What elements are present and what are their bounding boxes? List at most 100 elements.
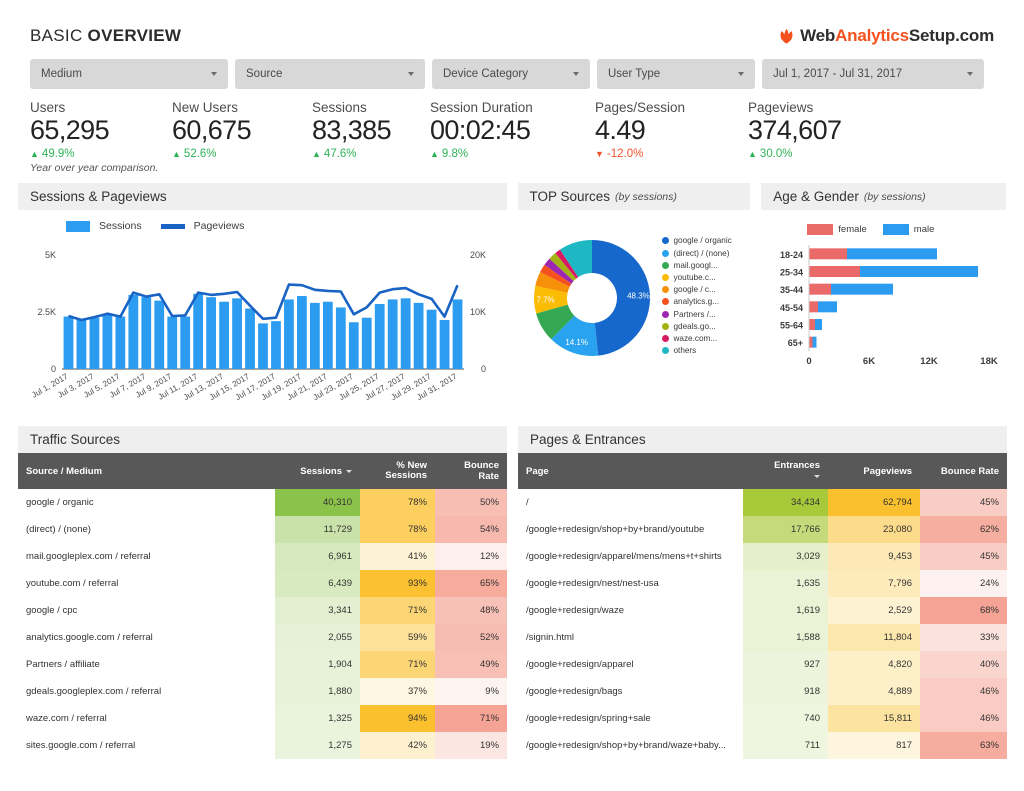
- svg-text:7.7%: 7.7%: [536, 296, 554, 305]
- table-row[interactable]: mail.googleplex.com / referral6,96141%12…: [18, 543, 507, 570]
- page-title-bold: OVERVIEW: [88, 26, 182, 45]
- svg-text:65+: 65+: [788, 339, 803, 349]
- kpi-label: Sessions: [312, 100, 430, 115]
- cell-bounce-rate: 65%: [435, 570, 507, 597]
- filter-user-type[interactable]: User Type: [597, 59, 755, 89]
- table-row[interactable]: analytics.google.com / referral2,05559%5…: [18, 624, 507, 651]
- table-row[interactable]: /google+redesign/bags9184,88946%: [518, 678, 1007, 705]
- table-row[interactable]: gdeals.googleplex.com / referral1,88037%…: [18, 678, 507, 705]
- cell-pageviews: 15,811: [828, 705, 920, 732]
- arrow-up-icon: ▲: [172, 150, 181, 159]
- donut-legend-item: others: [662, 346, 732, 355]
- cell-bounce-rate: 50%: [435, 489, 507, 516]
- donut-legend-item: youtube.c...: [662, 273, 732, 282]
- table-row[interactable]: sites.google.com / referral1,27542%19%: [18, 732, 507, 759]
- kpi-value: 4.49: [595, 114, 748, 146]
- svg-text:18K: 18K: [981, 356, 999, 367]
- cell-source-medium: analytics.google.com / referral: [18, 624, 275, 651]
- donut-legend-item: waze.com...: [662, 334, 732, 343]
- panel-top-sources: TOP Sources (by sessions) 48.3%14.1%7.7%…: [518, 183, 751, 412]
- column-new-sessions[interactable]: % New Sessions: [360, 453, 435, 489]
- table-row[interactable]: /google+redesign/shop+by+brand/youtube17…: [518, 516, 1007, 543]
- cell-sessions: 6,439: [275, 570, 360, 597]
- legend-label-male: male: [914, 224, 935, 235]
- panel-header: Pages & Entrances: [518, 426, 1007, 453]
- filter-date-range-label: Jul 1, 2017 - Jul 31, 2017: [773, 68, 902, 80]
- svg-text:5K: 5K: [45, 250, 56, 260]
- cell-source-medium: sites.google.com / referral: [18, 732, 275, 759]
- table-row[interactable]: /signin.html1,58811,80433%: [518, 624, 1007, 651]
- cell-source-medium: google / cpc: [18, 597, 275, 624]
- filter-date-range[interactable]: Jul 1, 2017 - Jul 31, 2017: [762, 59, 984, 89]
- table-row[interactable]: /google+redesign/spring+sale74015,81146%: [518, 705, 1007, 732]
- donut-legend-item: mail.googl...: [662, 261, 732, 270]
- table-header-row: Source / Medium Sessions % New Sessions …: [18, 453, 507, 489]
- column-bounce-rate[interactable]: Bounce Rate: [435, 453, 507, 489]
- kpi-new-users: New Users 60,675 ▲52.6%: [172, 100, 312, 160]
- legend-dot: [662, 237, 669, 244]
- table-row[interactable]: Partners / affiliate1,90471%49%: [18, 651, 507, 678]
- cell-page: /: [518, 489, 743, 516]
- donut-legend-item: (direct) / (none): [662, 249, 732, 258]
- cell-entrances: 1,635: [743, 570, 828, 597]
- kpi-value: 60,675: [172, 114, 312, 146]
- panel-header: Age & Gender (by sessions): [761, 183, 1006, 210]
- kpi-delta: ▲9.8%: [430, 148, 595, 160]
- legend-label: analytics.g...: [674, 297, 720, 306]
- table-row[interactable]: google / organic40,31078%50%: [18, 489, 507, 516]
- kpi-row: Users 65,295 ▲49.9% New Users 60,675 ▲52…: [0, 89, 1024, 160]
- cell-page: /google+redesign/apparel: [518, 651, 743, 678]
- panel-header: TOP Sources (by sessions): [518, 183, 751, 210]
- table-row[interactable]: /google+redesign/nest/nest-usa1,6357,796…: [518, 570, 1007, 597]
- cell-entrances: 1,619: [743, 597, 828, 624]
- filter-medium[interactable]: Medium: [30, 59, 228, 89]
- brand-logo[interactable]: WebAnalyticsSetup.com: [778, 26, 994, 46]
- column-bounce-rate-label: Bounce Rate: [941, 466, 999, 477]
- legend-label-sessions: Sessions: [99, 220, 142, 232]
- filter-bar: Medium Source Device Category User Type …: [0, 46, 1024, 89]
- cell-bounce-rate: 71%: [435, 705, 507, 732]
- table-row[interactable]: /34,43462,79445%: [518, 489, 1007, 516]
- kpi-value: 374,607: [748, 114, 841, 146]
- dashboard-page: BASIC OVERVIEW WebAnalyticsSetup.com Med…: [0, 0, 1024, 791]
- column-sessions[interactable]: Sessions: [275, 453, 360, 489]
- table-row[interactable]: google / cpc3,34171%48%: [18, 597, 507, 624]
- column-sessions-label: Sessions: [300, 466, 342, 477]
- cell-pageviews: 817: [828, 732, 920, 759]
- kpi-delta: ▼-12.0%: [595, 148, 748, 160]
- svg-text:18-24: 18-24: [780, 250, 803, 260]
- table-row[interactable]: /google+redesign/shop+by+brand/waze+baby…: [518, 732, 1007, 759]
- donut-legend: google / organic (direct) / (none) mail.go…: [662, 226, 732, 376]
- column-bounce-rate[interactable]: Bounce Rate: [920, 453, 1007, 489]
- column-page[interactable]: Page: [518, 453, 743, 489]
- filter-source[interactable]: Source: [235, 59, 425, 89]
- kpi-value: 00:02:45: [430, 114, 595, 146]
- panel-traffic-sources: Traffic Sources Source / Medium Sessions…: [18, 426, 507, 759]
- svg-text:20K: 20K: [470, 250, 486, 260]
- filter-device-category[interactable]: Device Category: [432, 59, 590, 89]
- table-row[interactable]: youtube.com / referral6,43993%65%: [18, 570, 507, 597]
- pages-entrances-table: Page Entrances Pageviews Bounce Rate /34…: [518, 453, 1007, 759]
- table-row[interactable]: /google+redesign/apparel9274,82040%: [518, 651, 1007, 678]
- kpi-delta-value: 9.8%: [442, 148, 468, 160]
- table-row[interactable]: waze.com / referral1,32594%71%: [18, 705, 507, 732]
- column-source-medium[interactable]: Source / Medium: [18, 453, 275, 489]
- kpi-delta: ▲52.6%: [172, 148, 312, 160]
- cell-new-sessions: 37%: [360, 678, 435, 705]
- table-row[interactable]: (direct) / (none)11,72978%54%: [18, 516, 507, 543]
- cell-bounce-rate: 19%: [435, 732, 507, 759]
- panel-sessions-pageviews: Sessions & Pageviews Sessions Pageviews …: [18, 183, 507, 412]
- cell-entrances: 927: [743, 651, 828, 678]
- table-row[interactable]: /google+redesign/apparel/mens/mens+t+shi…: [518, 543, 1007, 570]
- table-row[interactable]: /google+redesign/waze1,6192,52968%: [518, 597, 1007, 624]
- cell-new-sessions: 94%: [360, 705, 435, 732]
- donut-legend-item: google / organic: [662, 236, 732, 245]
- kpi-delta: ▲30.0%: [748, 148, 841, 160]
- kpi-delta: ▲49.9%: [30, 148, 172, 160]
- panel-subtitle: (by sessions): [615, 191, 677, 203]
- column-pageviews[interactable]: Pageviews: [828, 453, 920, 489]
- column-new-sessions-label: % New Sessions: [385, 460, 427, 481]
- svg-text:25-34: 25-34: [780, 268, 803, 278]
- filter-user-type-label: User Type: [608, 68, 660, 80]
- column-entrances[interactable]: Entrances: [743, 453, 828, 489]
